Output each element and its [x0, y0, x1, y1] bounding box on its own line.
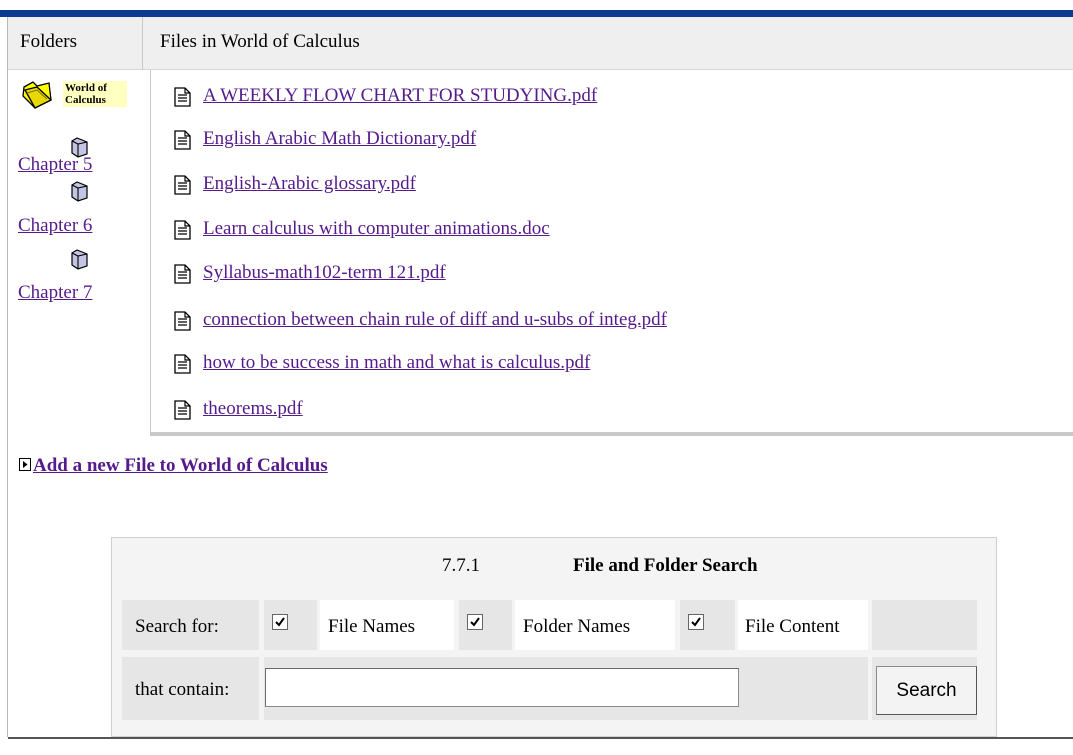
arrow-right-icon [19, 458, 31, 471]
folder-icon [69, 248, 91, 276]
file-link[interactable]: English-Arabic glossary.pdf [203, 173, 416, 195]
search-for-label: Search for: [135, 616, 219, 637]
add-file-link[interactable]: Add a new File to World of Calculus [33, 455, 328, 477]
folder-link-chapter-6[interactable]: Chapter 6 [18, 215, 92, 237]
document-icon [174, 311, 191, 331]
folder-names-label: Folder Names [523, 616, 631, 637]
folder-link-chapter-5[interactable]: Chapter 5 [18, 154, 92, 176]
folders-header-label: Folders [20, 31, 77, 52]
folder-icon [69, 180, 91, 208]
search-query-input[interactable] [265, 668, 739, 707]
file-link[interactable]: English Arabic Math Dictionary.pdf [203, 128, 476, 150]
folder-names-checkbox[interactable] [467, 614, 483, 630]
file-content-checkbox[interactable] [688, 614, 704, 630]
file-link[interactable]: Learn calculus with computer animations.… [203, 218, 550, 240]
search-title: File and Folder Search [573, 555, 758, 576]
document-icon [174, 354, 191, 374]
document-icon [174, 130, 191, 150]
file-link[interactable]: connection between chain rule of diff an… [203, 309, 667, 331]
search-section-number: 7.7.1 [442, 555, 480, 576]
file-link[interactable]: A WEEKLY FLOW CHART FOR STUDYING.pdf [203, 85, 597, 107]
file-names-checkbox[interactable] [272, 614, 288, 630]
document-icon [174, 220, 191, 240]
file-link[interactable]: Syllabus-math102-term 121.pdf [203, 262, 446, 284]
bottom-divider [8, 737, 1073, 739]
checkmark-icon [691, 617, 701, 627]
document-icon [174, 264, 191, 284]
files-header-label: Files in World of Calculus [160, 31, 360, 52]
checkmark-icon [275, 617, 285, 627]
document-icon [174, 87, 191, 107]
that-contain-label: that contain: [135, 679, 230, 700]
document-icon [174, 400, 191, 420]
checkmark-icon [470, 617, 480, 627]
file-link[interactable]: how to be success in math and what is ca… [203, 352, 590, 374]
document-icon [174, 175, 191, 195]
section-divider [150, 432, 1073, 436]
file-names-label: File Names [328, 616, 416, 637]
column-divider [150, 70, 151, 432]
top-accent-bar [0, 10, 1073, 17]
folders-header: Folders [8, 17, 142, 70]
left-border [7, 17, 8, 737]
folder-link-chapter-7[interactable]: Chapter 7 [18, 282, 92, 304]
file-content-label: File Content [745, 616, 840, 637]
current-folder-label: World of Calculus [63, 81, 127, 107]
search-button[interactable]: Search [876, 666, 977, 715]
empty-cell [872, 600, 977, 650]
files-header: Files in World of Calculus [143, 17, 1073, 70]
open-folder-icon [21, 80, 55, 116]
file-link[interactable]: theorems.pdf [203, 398, 303, 420]
